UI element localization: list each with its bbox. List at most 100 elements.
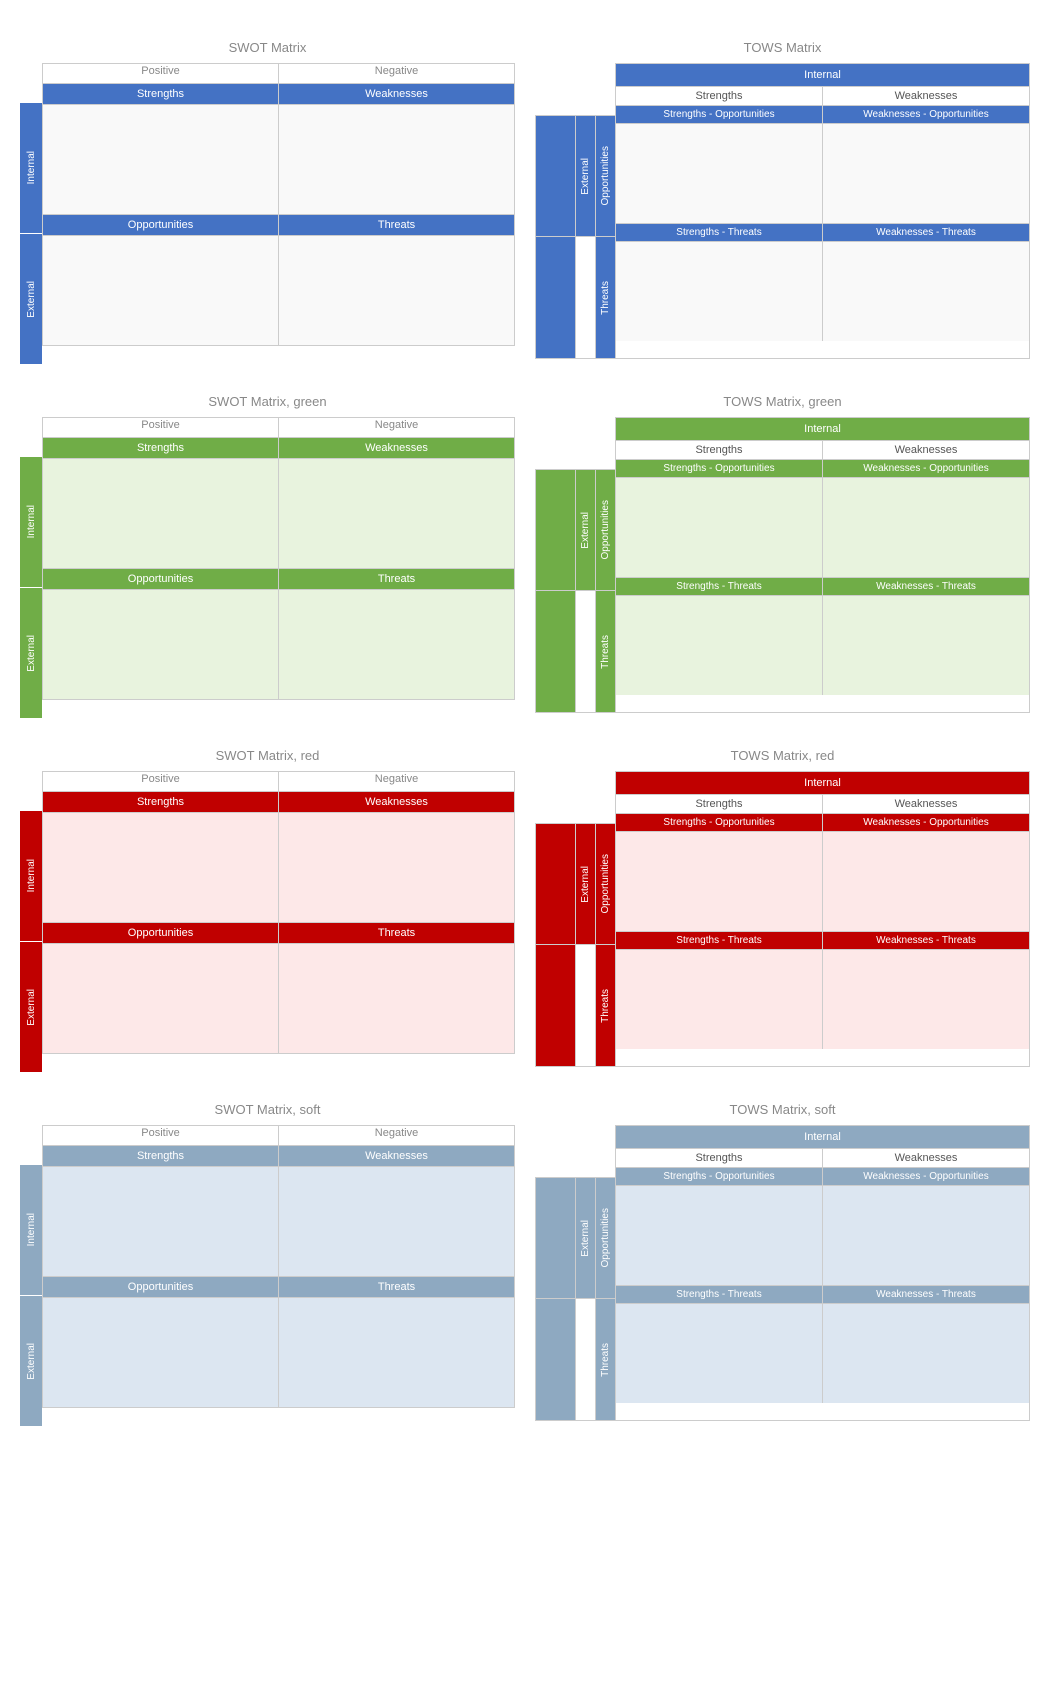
internal-label: Internal: [26, 505, 37, 538]
external-label: External: [580, 866, 591, 903]
swot-matrix: SWOT Matrix, green Internal External Pos: [20, 394, 515, 718]
threats-content[interactable]: [279, 1298, 514, 1407]
st-label: Strengths - Threats: [616, 1286, 823, 1303]
weaknesses-content[interactable]: [279, 1167, 514, 1276]
opportunities-label: Opportunities: [43, 923, 279, 943]
tows-title: TOWS Matrix: [535, 40, 1030, 55]
opportunities-row-label: Opportunities: [600, 1208, 611, 1267]
strengths-content[interactable]: [43, 813, 279, 922]
weaknesses-col: Weaknesses: [823, 1149, 1029, 1167]
opportunities-label: Opportunities: [43, 215, 279, 235]
so-content[interactable]: [616, 124, 823, 223]
threats-row-label: Threats: [600, 1343, 611, 1377]
strengths-col: Strengths: [616, 795, 823, 813]
so-content[interactable]: [616, 478, 823, 577]
st-label: Strengths - Threats: [616, 932, 823, 949]
st-label: Strengths - Threats: [616, 224, 823, 241]
strengths-content[interactable]: [43, 1167, 279, 1276]
wo-label: Weaknesses - Opportunities: [823, 1168, 1029, 1185]
tows-title: TOWS Matrix, red: [535, 748, 1030, 763]
threats-label: Threats: [279, 569, 514, 589]
swot-title: SWOT Matrix: [20, 40, 515, 55]
wt-content[interactable]: [823, 1304, 1029, 1403]
weaknesses-content[interactable]: [279, 813, 514, 922]
tows-matrix: TOWS Matrix, green: [535, 394, 1030, 718]
st-label: Strengths - Threats: [616, 578, 823, 595]
matrix-row: SWOT Matrix, green Internal External Pos: [20, 394, 1030, 718]
internal-label: Internal: [26, 859, 37, 892]
threats-label: Threats: [279, 215, 514, 235]
wt-content[interactable]: [823, 242, 1029, 341]
strengths-col: Strengths: [616, 87, 823, 105]
opportunities-row-label: Opportunities: [600, 500, 611, 559]
weaknesses-col: Weaknesses: [823, 795, 1029, 813]
external-label: External: [580, 512, 591, 549]
st-content[interactable]: [616, 950, 823, 1049]
external-label: External: [26, 989, 37, 1026]
wo-content[interactable]: [823, 478, 1029, 577]
negative-header: Negative: [278, 417, 515, 437]
so-content[interactable]: [616, 832, 823, 931]
strengths-content[interactable]: [43, 459, 279, 568]
swot-title: SWOT Matrix, soft: [20, 1102, 515, 1117]
strengths-label: Strengths: [43, 792, 279, 812]
weaknesses-content[interactable]: [279, 105, 514, 214]
internal-header: Internal: [616, 418, 1029, 440]
matrix-row: SWOT Matrix Internal External Positive: [20, 40, 1030, 364]
wo-content[interactable]: [823, 124, 1029, 223]
opportunities-row-label: Opportunities: [600, 146, 611, 205]
tows-title: TOWS Matrix, soft: [535, 1102, 1030, 1117]
weaknesses-label: Weaknesses: [279, 438, 514, 458]
external-label: External: [580, 158, 591, 195]
weaknesses-col: Weaknesses: [823, 87, 1029, 105]
threats-content[interactable]: [279, 944, 514, 1053]
wo-content[interactable]: [823, 1186, 1029, 1285]
weaknesses-col: Weaknesses: [823, 441, 1029, 459]
internal-label: Internal: [26, 1213, 37, 1246]
wo-label: Weaknesses - Opportunities: [823, 106, 1029, 123]
external-label: External: [26, 1343, 37, 1380]
opportunities-content[interactable]: [43, 590, 279, 699]
threats-content[interactable]: [279, 590, 514, 699]
so-label: Strengths - Opportunities: [616, 460, 823, 477]
opportunities-label: Opportunities: [43, 1277, 279, 1297]
internal-header: Internal: [616, 64, 1029, 86]
tows-matrix: TOWS Matrix, soft: [535, 1102, 1030, 1426]
internal-header: Internal: [616, 772, 1029, 794]
tows-matrix: TOWS Matrix: [535, 40, 1030, 364]
opportunities-content[interactable]: [43, 944, 279, 1053]
swot-matrix: SWOT Matrix, red Internal External Posit: [20, 748, 515, 1072]
internal-header: Internal: [616, 1126, 1029, 1148]
tows-matrix: TOWS Matrix, red: [535, 748, 1030, 1072]
strengths-label: Strengths: [43, 1146, 279, 1166]
opportunities-row-label: Opportunities: [600, 854, 611, 913]
threats-row-label: Threats: [600, 281, 611, 315]
wo-content[interactable]: [823, 832, 1029, 931]
internal-label: Internal: [26, 151, 37, 184]
threats-label: Threats: [279, 923, 514, 943]
opportunities-content[interactable]: [43, 236, 279, 345]
opportunities-content[interactable]: [43, 1298, 279, 1407]
strengths-content[interactable]: [43, 105, 279, 214]
st-content[interactable]: [616, 242, 823, 341]
positive-header: Positive: [42, 417, 278, 437]
so-content[interactable]: [616, 1186, 823, 1285]
matrix-row: SWOT Matrix, soft Internal External Posi: [20, 1102, 1030, 1426]
wt-content[interactable]: [823, 596, 1029, 695]
swot-matrix: SWOT Matrix, soft Internal External Posi: [20, 1102, 515, 1426]
so-label: Strengths - Opportunities: [616, 106, 823, 123]
wt-content[interactable]: [823, 950, 1029, 1049]
so-label: Strengths - Opportunities: [616, 1168, 823, 1185]
strengths-label: Strengths: [43, 438, 279, 458]
wo-label: Weaknesses - Opportunities: [823, 814, 1029, 831]
threats-row-label: Threats: [600, 989, 611, 1023]
wo-label: Weaknesses - Opportunities: [823, 460, 1029, 477]
st-content[interactable]: [616, 1304, 823, 1403]
weaknesses-content[interactable]: [279, 459, 514, 568]
so-label: Strengths - Opportunities: [616, 814, 823, 831]
positive-header: Positive: [42, 1125, 278, 1145]
st-content[interactable]: [616, 596, 823, 695]
wt-label: Weaknesses - Threats: [823, 578, 1029, 595]
negative-header: Negative: [278, 63, 515, 83]
threats-content[interactable]: [279, 236, 514, 345]
